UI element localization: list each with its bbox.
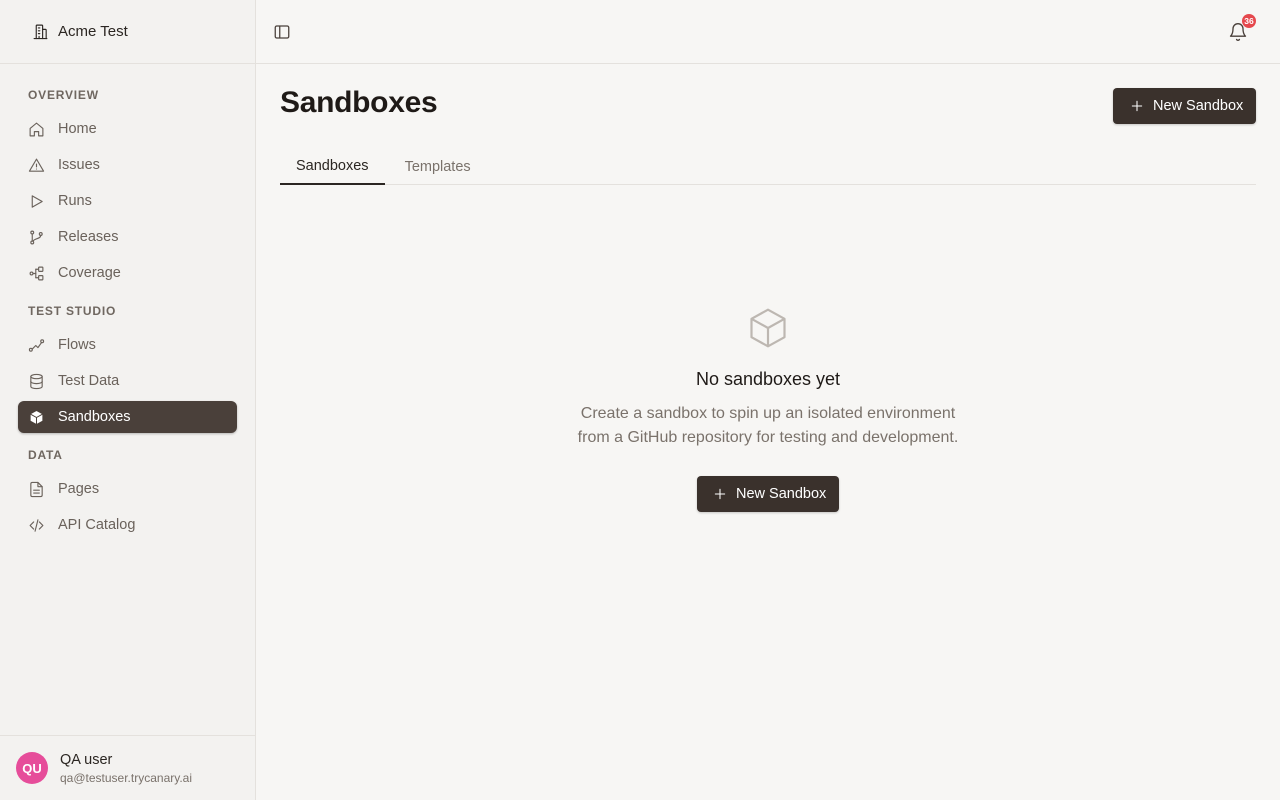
git-branch-icon [30,230,43,244]
page-title: Sandboxes [280,86,438,119]
user-name: QA user [60,751,113,768]
avatar: QU [16,752,48,784]
sidebar: Acme Test OVERVIEW Home Issues Runs Rele… [0,0,256,800]
sidebar-item-label: Releases [58,229,119,245]
org-name: Acme Test [58,23,128,40]
code-icon [29,518,44,532]
section-label-overview: OVERVIEW [28,88,99,102]
route-icon [28,338,45,352]
sidebar-item-flows[interactable]: Flows [18,329,237,361]
sidebar-item-issues[interactable]: Issues [18,149,237,181]
sidebar-toggle-icon[interactable] [273,23,291,41]
sidebar-item-api-catalog[interactable]: API Catalog [18,509,237,541]
empty-state: No sandboxes yet Create a sandbox to spi… [280,306,1256,512]
database-icon [30,373,43,389]
sidebar-item-label: Sandboxes [58,409,131,425]
tab-sandboxes[interactable]: Sandboxes [280,148,385,185]
plus-icon [714,488,726,500]
new-sandbox-button[interactable]: New Sandbox [1113,88,1256,124]
sidebar-item-pages[interactable]: Pages [18,473,237,505]
notification-badge: 36 [1242,14,1256,28]
sidebar-item-label: Test Data [58,373,120,389]
box-icon [29,409,44,425]
user-profile[interactable]: QU QA user qa@testuser.trycanary.ai [0,735,255,800]
network-icon [29,266,44,280]
alert-triangle-icon [28,158,45,172]
button-label: New Sandbox [736,486,827,502]
sidebar-item-label: Coverage [58,265,121,281]
sidebar-item-label: Flows [58,337,96,353]
empty-state-description-line: Create a sandbox to spin up an isolated … [580,405,956,422]
empty-state-new-sandbox-button[interactable]: New Sandbox [697,476,839,512]
sidebar-item-label: Runs [58,193,92,209]
home-icon [29,122,44,136]
empty-state-description: Create a sandbox to spin up an isolated … [280,402,1256,450]
plus-icon [1131,100,1143,112]
empty-state-title: No sandboxes yet [695,369,841,389]
sidebar-item-test-data[interactable]: Test Data [18,365,237,397]
sidebar-item-label: Issues [58,157,100,173]
section-label-test-studio: TEST STUDIO [28,304,117,318]
button-label: New Sandbox [1153,98,1244,114]
box-icon [750,308,786,348]
sidebar-item-home[interactable]: Home [18,113,237,145]
sidebar-item-sandboxes[interactable]: Sandboxes [18,401,237,433]
empty-state-description-line: from a GitHub repository for testing and… [577,429,959,446]
file-text-icon [30,481,43,497]
play-icon [31,194,43,208]
tab-templates[interactable]: Templates [385,148,487,185]
sidebar-item-coverage[interactable]: Coverage [18,257,237,289]
top-bar: 36 [256,0,1280,64]
org-switcher[interactable]: Acme Test [0,0,255,64]
user-info: QA user qa@testuser.trycanary.ai [60,752,192,785]
sidebar-item-label: Pages [58,481,100,497]
sidebar-item-label: Home [58,121,97,137]
user-email: qa@testuser.trycanary.ai [60,770,193,785]
section-label-data: DATA [28,448,63,462]
tabs: Sandboxes Templates [280,148,1256,185]
building-icon [33,24,48,40]
sidebar-item-label: API Catalog [58,517,136,533]
sidebar-item-runs[interactable]: Runs [18,185,237,217]
sidebar-item-releases[interactable]: Releases [18,221,237,253]
